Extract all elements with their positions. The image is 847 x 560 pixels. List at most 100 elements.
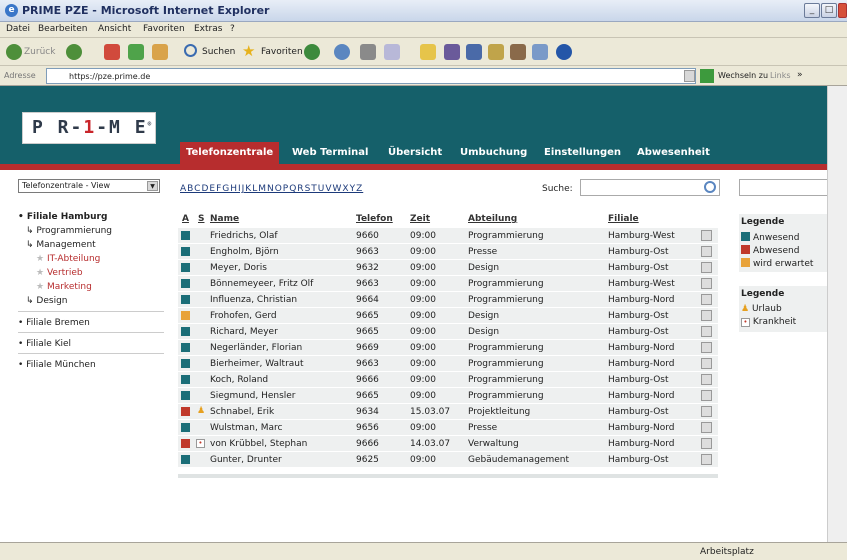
search-icon[interactable] <box>184 44 197 57</box>
edit-icon[interactable] <box>384 44 400 60</box>
details-icon[interactable] <box>701 326 712 337</box>
right-panel-input[interactable] <box>739 179 827 196</box>
maximize-button[interactable]: □ <box>821 3 837 18</box>
table-row[interactable]: Engholm, Björn 9663 09:00 Presse Hamburg-Ost <box>178 244 718 260</box>
table-row[interactable]: • von Krübbel, Stephan 9666 14.03.07 Verwalt… <box>178 436 718 452</box>
sidebar-item-bremen[interactable]: • Filiale Bremen <box>18 318 90 328</box>
sidebar-item-hamburg[interactable]: • Filiale Hamburg <box>18 212 107 222</box>
menu-help[interactable]: ? <box>230 24 235 34</box>
history-icon[interactable] <box>304 44 320 60</box>
prime-logo[interactable]: P R-1-M E® <box>22 112 156 144</box>
links-label[interactable]: Links <box>770 71 791 80</box>
menu-bearbeiten[interactable]: Bearbeiten <box>38 24 87 34</box>
addon-icon[interactable] <box>510 44 526 60</box>
folder-icon[interactable] <box>420 44 436 60</box>
table-row[interactable]: Bierheimer, Waltraut 9663 09:00 Programmier… <box>178 356 718 372</box>
col-header-telefon[interactable]: Telefon <box>356 214 393 227</box>
bluetooth-icon[interactable] <box>556 44 572 60</box>
table-row[interactable]: Friedrichs, Olaf 9660 09:00 Programmierung H… <box>178 228 718 244</box>
tab-einstellungen[interactable]: Einstellungen <box>538 142 627 164</box>
menu-favoriten[interactable]: Favoriten <box>143 24 185 34</box>
menu-ansicht[interactable]: Ansicht <box>98 24 131 34</box>
close-button[interactable] <box>838 3 847 18</box>
alphabet-filter[interactable]: ABCDEFGHIJKLMNOPQRSTUVWXYZ <box>180 184 363 194</box>
cell-name: Siegmund, Hensler <box>210 391 296 401</box>
details-icon[interactable] <box>701 230 712 241</box>
sidebar-item-vertrieb[interactable]: ★ Vertrieb <box>36 268 83 278</box>
links-more[interactable]: » <box>797 70 803 80</box>
table-row[interactable]: Wulstman, Marc 9656 09:00 Presse Hamburg-Nor… <box>178 420 718 436</box>
search-label[interactable]: Suchen <box>202 47 235 57</box>
favorites-label[interactable]: Favoriten <box>261 47 303 57</box>
tab-web-terminal[interactable]: Web Terminal <box>286 142 374 164</box>
magnifier-icon[interactable] <box>704 181 716 193</box>
minimize-button[interactable]: _ <box>804 3 820 18</box>
research-icon[interactable] <box>466 44 482 60</box>
table-row[interactable]: ♟ Schnabel, Erik 9634 15.03.07 Projektleitun… <box>178 404 718 420</box>
home-icon[interactable] <box>152 44 168 60</box>
details-icon[interactable] <box>701 262 712 273</box>
table-row[interactable]: Frohofen, Gerd 9665 09:00 Design Hamburg-Ost <box>178 308 718 324</box>
cell-zeit: 09:00 <box>410 263 436 273</box>
print-icon[interactable] <box>360 44 376 60</box>
mail-send-icon[interactable] <box>532 44 548 60</box>
tab-uebersicht[interactable]: Übersicht <box>382 142 448 164</box>
sidebar-item-kiel[interactable]: • Filiale Kiel <box>18 339 71 349</box>
table-row[interactable]: Koch, Roland 9666 09:00 Programmierung Hambu… <box>178 372 718 388</box>
table-row[interactable]: Siegmund, Hensler 9665 09:00 Programmierung… <box>178 388 718 404</box>
details-icon[interactable] <box>701 342 712 353</box>
table-row[interactable]: Bönnemeyeer, Fritz Olf 9663 09:00 Programmi… <box>178 276 718 292</box>
sidebar-item-it[interactable]: ★ IT-Abteilung <box>36 254 100 264</box>
refresh-icon[interactable] <box>128 44 144 60</box>
go-icon[interactable] <box>700 69 714 83</box>
details-icon[interactable] <box>701 278 712 289</box>
table-row[interactable]: Richard, Meyer 9665 09:00 Design Hamburg-Ost <box>178 324 718 340</box>
messenger-icon[interactable] <box>444 44 460 60</box>
go-label[interactable]: Wechseln zu <box>718 71 768 80</box>
col-header-name[interactable]: Name <box>210 214 239 227</box>
details-icon[interactable] <box>701 390 712 401</box>
table-row[interactable]: Gunter, Drunter 9625 09:00 Gebäudemanagemen… <box>178 452 718 468</box>
sidebar-item-programmierung[interactable]: ↳ Programmierung <box>26 226 112 236</box>
details-icon[interactable] <box>701 422 712 433</box>
table-row[interactable]: Meyer, Doris 9632 09:00 Design Hamburg-Ost <box>178 260 718 276</box>
sidebar-item-muenchen[interactable]: • Filiale München <box>18 360 96 370</box>
col-header-s[interactable]: S <box>198 214 204 227</box>
cell-telefon: 9669 <box>356 343 379 353</box>
favorites-star-icon[interactable]: ★ <box>242 42 258 60</box>
col-header-filiale[interactable]: Filiale <box>608 214 639 227</box>
details-icon[interactable] <box>701 374 712 385</box>
col-header-a[interactable]: A <box>182 214 189 227</box>
tab-abwesenheit[interactable]: Abwesenheit <box>631 142 716 164</box>
details-icon[interactable] <box>701 438 712 449</box>
tab-telefonzentrale[interactable]: Telefonzentrale <box>180 142 280 164</box>
back-icon[interactable] <box>6 44 22 60</box>
tab-umbuchung[interactable]: Umbuchung <box>454 142 533 164</box>
sidebar-item-management[interactable]: ↳ Management <box>26 240 96 250</box>
forward-icon[interactable] <box>66 44 82 60</box>
stop-icon[interactable] <box>104 44 120 60</box>
details-icon[interactable] <box>701 406 712 417</box>
details-icon[interactable] <box>701 294 712 305</box>
sidebar-item-marketing[interactable]: ★ Marketing <box>36 282 92 292</box>
details-icon[interactable] <box>701 310 712 321</box>
details-icon[interactable] <box>701 454 712 465</box>
address-dropdown-icon[interactable] <box>684 70 695 82</box>
details-icon[interactable] <box>701 358 712 369</box>
menu-extras[interactable]: Extras <box>194 24 222 34</box>
col-header-zeit[interactable]: Zeit <box>410 214 430 227</box>
table-row[interactable]: Negerländer, Florian 9669 09:00 Programmier… <box>178 340 718 356</box>
table-row[interactable]: Influenza, Christian 9664 09:00 Programmier… <box>178 292 718 308</box>
view-select[interactable]: Telefonzentrale - View ▼ <box>18 179 160 193</box>
mail-icon[interactable] <box>334 44 350 60</box>
search-input[interactable] <box>580 179 720 196</box>
address-input[interactable]: https://pze.prime.de <box>46 68 696 84</box>
back-label[interactable]: Zurück <box>24 47 55 57</box>
menu-datei[interactable]: Datei <box>6 24 30 34</box>
tools-icon[interactable] <box>488 44 504 60</box>
details-icon[interactable] <box>701 246 712 257</box>
sidebar-label: Vertrieb <box>46 268 83 278</box>
col-header-abteilung[interactable]: Abteilung <box>468 214 517 227</box>
sidebar-item-design[interactable]: ↳ Design <box>26 296 67 306</box>
scrollbar[interactable] <box>827 86 847 542</box>
